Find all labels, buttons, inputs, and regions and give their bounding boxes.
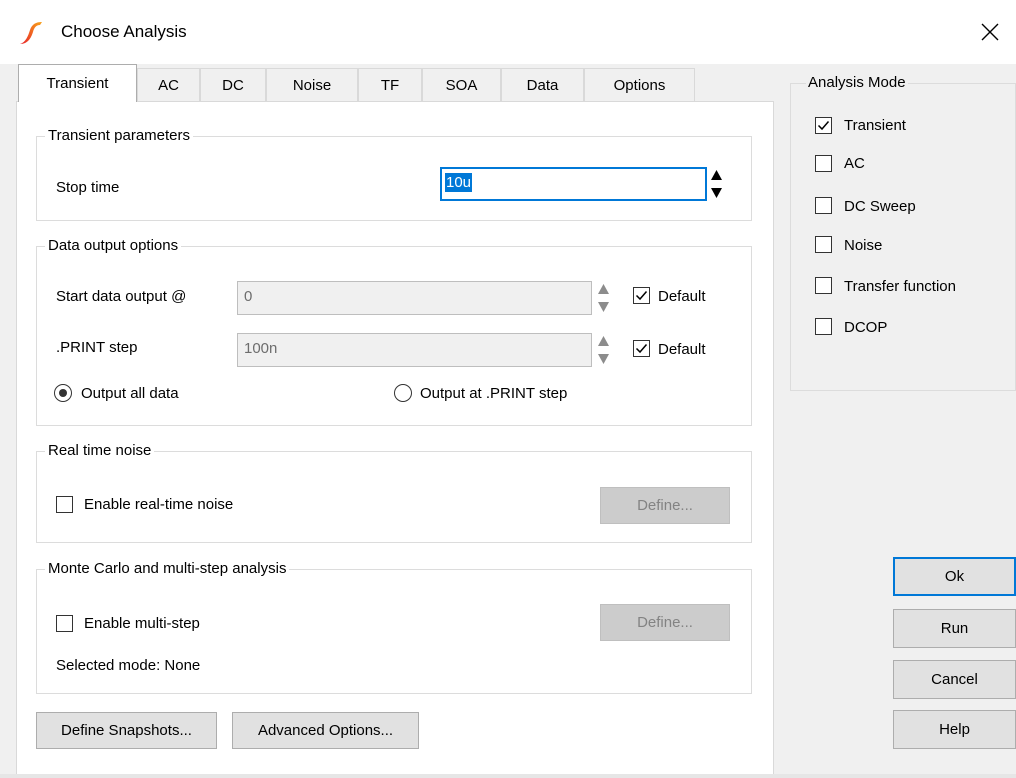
mode-ac-checkbox[interactable] xyxy=(815,155,832,172)
button-label: Define... xyxy=(637,614,693,631)
radio-dot xyxy=(59,389,67,397)
mode-ac-label: AC xyxy=(844,155,865,172)
tab-options[interactable]: Options xyxy=(584,68,695,101)
button-label: Cancel xyxy=(931,671,978,688)
mode-dc-sweep-checkbox[interactable] xyxy=(815,197,832,214)
checkmark-icon xyxy=(635,291,648,301)
enable-real-time-noise-checkbox[interactable] xyxy=(56,496,73,513)
start-data-output-label: Start data output @ xyxy=(56,288,187,305)
tab-label: Options xyxy=(613,76,666,94)
title-bar: Choose Analysis xyxy=(0,0,1016,64)
button-label: Ok xyxy=(944,568,965,585)
group-title: Data output options xyxy=(45,236,182,256)
tab-data[interactable]: Data xyxy=(501,68,584,101)
enable-real-time-noise-label: Enable real-time noise xyxy=(84,496,234,513)
spin-up-icon[interactable] xyxy=(710,167,723,183)
tab-label: Noise xyxy=(292,76,332,94)
window-bottom-edge xyxy=(0,774,1016,778)
spin-down-icon[interactable] xyxy=(710,185,723,201)
tab-label: SOA xyxy=(445,76,478,94)
tab-ac[interactable]: AC xyxy=(137,68,200,101)
start-data-output-spinner[interactable] xyxy=(597,281,610,315)
button-label: Define... xyxy=(637,497,693,514)
cancel-button[interactable]: Cancel xyxy=(893,660,1016,699)
output-all-data-radio[interactable] xyxy=(54,384,72,402)
button-label: Run xyxy=(940,620,969,637)
enable-multi-step-checkbox[interactable] xyxy=(56,615,73,632)
print-step-value: 100n xyxy=(244,340,278,357)
tab-dc[interactable]: DC xyxy=(200,68,266,101)
mode-transient-checkbox[interactable] xyxy=(815,117,832,134)
print-step-label: .PRINT step xyxy=(56,339,138,356)
mode-transfer-function-checkbox[interactable] xyxy=(815,277,832,294)
mode-noise-checkbox[interactable] xyxy=(815,236,832,253)
define-snapshots-button[interactable]: Define Snapshots... xyxy=(36,712,217,749)
mode-noise-label: Noise xyxy=(844,237,883,254)
tab-label: TF xyxy=(380,76,400,94)
stop-time-value: 10u xyxy=(445,173,473,192)
tab-noise[interactable]: Noise xyxy=(266,68,358,101)
group-title: Monte Carlo and multi-step analysis xyxy=(45,559,290,579)
group-title: Transient parameters xyxy=(45,126,194,146)
output-print-step-radio[interactable] xyxy=(394,384,412,402)
tab-label: Data xyxy=(526,76,559,94)
checkmark-icon xyxy=(817,121,830,131)
print-default-checkbox[interactable] xyxy=(633,340,650,357)
stop-time-input[interactable]: 10u xyxy=(440,167,707,201)
mode-dc-sweep-label: DC Sweep xyxy=(844,198,916,215)
group-title: Real time noise xyxy=(45,441,155,461)
start-data-output-input[interactable]: 0 xyxy=(237,281,592,315)
output-print-step-label: Output at .PRINT step xyxy=(420,385,568,402)
spin-up-icon[interactable] xyxy=(597,281,610,297)
spin-down-icon[interactable] xyxy=(597,351,610,367)
print-step-input[interactable]: 100n xyxy=(237,333,592,367)
window-title: Choose Analysis xyxy=(61,22,187,41)
mode-transfer-function-label: Transfer function xyxy=(844,278,956,295)
app-logo-icon xyxy=(18,20,44,46)
mode-transient-label: Transient xyxy=(844,117,906,134)
analysis-mode-title: Analysis Mode xyxy=(806,73,908,93)
print-step-spinner[interactable] xyxy=(597,333,610,367)
define-multi-step-button[interactable]: Define... xyxy=(600,604,730,641)
define-noise-button[interactable]: Define... xyxy=(600,487,730,524)
advanced-options-button[interactable]: Advanced Options... xyxy=(232,712,419,749)
start-default-label: Default xyxy=(658,288,706,305)
spin-up-icon[interactable] xyxy=(597,333,610,349)
spin-down-icon[interactable] xyxy=(597,299,610,315)
button-label: Help xyxy=(939,721,970,738)
print-default-label: Default xyxy=(658,341,706,358)
mode-dcop-checkbox[interactable] xyxy=(815,318,832,335)
close-icon xyxy=(981,23,999,41)
tab-label: AC xyxy=(158,76,179,94)
tab-soa[interactable]: SOA xyxy=(422,68,501,101)
selected-mode-text: Selected mode: None xyxy=(56,657,201,674)
help-button[interactable]: Help xyxy=(893,710,1016,749)
button-label: Advanced Options... xyxy=(257,722,394,739)
mode-dcop-label: DCOP xyxy=(844,319,888,336)
tab-tf[interactable]: TF xyxy=(358,68,422,101)
start-data-output-value: 0 xyxy=(244,288,253,305)
run-button[interactable]: Run xyxy=(893,609,1016,648)
stop-time-spinner[interactable] xyxy=(710,167,723,201)
start-default-checkbox[interactable] xyxy=(633,287,650,304)
stop-time-label: Stop time xyxy=(56,179,120,196)
button-label: Define Snapshots... xyxy=(61,722,192,739)
ok-button[interactable]: Ok xyxy=(893,557,1016,596)
close-button[interactable] xyxy=(970,14,1010,50)
enable-multi-step-label: Enable multi-step xyxy=(84,615,200,632)
tab-label: DC xyxy=(222,76,244,94)
tab-transient[interactable]: Transient xyxy=(18,64,137,102)
output-all-data-label: Output all data xyxy=(81,385,179,402)
checkmark-icon xyxy=(635,344,648,354)
tab-label: Transient xyxy=(46,75,109,92)
